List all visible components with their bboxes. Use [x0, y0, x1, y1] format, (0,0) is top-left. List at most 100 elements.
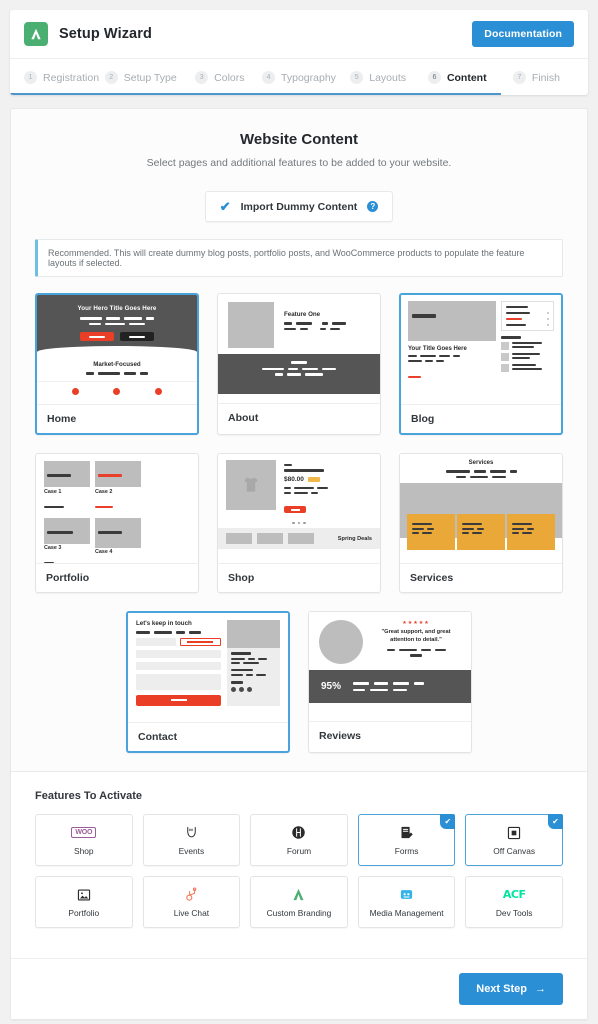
blog-title: Your Title Goes Here — [408, 346, 467, 352]
events-horns-icon — [184, 824, 199, 841]
page-title: Setup Wizard — [59, 26, 152, 42]
step-registration[interactable]: 1 Registration — [22, 71, 101, 84]
feature-label: Events — [178, 846, 205, 856]
question-mark-icon[interactable]: ? — [367, 201, 379, 212]
documentation-button[interactable]: Documentation — [472, 21, 574, 47]
page-card-label: Contact — [128, 722, 288, 751]
step-layouts[interactable]: 5 Layouts — [339, 71, 418, 84]
import-dummy-label: Import Dummy Content — [240, 200, 358, 213]
feature-card-events[interactable]: Events — [142, 814, 241, 866]
contact-sidebar — [227, 620, 280, 706]
hero-curve — [37, 346, 197, 358]
import-dummy-content-toggle[interactable]: ✔ Import Dummy Content ? — [204, 191, 394, 222]
hubspot-live-chat-icon — [184, 886, 199, 903]
step-finish[interactable]: 7 Finish — [497, 71, 576, 84]
avatar — [319, 620, 363, 664]
stat-value: 95% — [321, 681, 342, 692]
blog-lines-2 — [408, 360, 496, 362]
page-row-2: Case 1 Case 2 Case 3 Case 4 Portfolio $8… — [35, 453, 563, 593]
add-to-cart-button — [284, 506, 306, 514]
feature-card-shop[interactable]: WOO Shop — [35, 814, 133, 866]
page-thumbnail-home: Your Hero Title Goes Here Market-Focused — [37, 295, 197, 404]
page-card-services[interactable]: Services Services — [399, 453, 563, 593]
check-icon: ✔ — [440, 814, 456, 829]
page-card-label: Blog — [401, 404, 561, 433]
step-setup-type[interactable]: 2 Setup Type — [101, 71, 180, 84]
page-card-grid: Your Hero Title Goes Here Market-Focused… — [11, 277, 587, 753]
page-card-label: Home — [37, 404, 197, 433]
page-thumbnail-blog: Your Title Goes Here — [401, 295, 561, 404]
feature-card-media-management[interactable]: Media Management — [357, 876, 456, 928]
about-dark-band — [218, 354, 380, 394]
feature-card-forms[interactable]: ✔ Forms — [357, 814, 456, 866]
about-lines-2 — [284, 327, 370, 330]
feature-label: Live Chat — [173, 908, 210, 918]
hero-lines-2 — [37, 322, 197, 325]
feature-card-custom-branding[interactable]: Custom Branding — [250, 876, 348, 928]
next-step-button[interactable]: Next Step → — [459, 973, 563, 1005]
stats-band: 95% — [309, 670, 471, 703]
step-typography[interactable]: 4 Typography — [259, 71, 338, 84]
about-lines — [284, 322, 370, 325]
page-card-shop[interactable]: $80.00 Spring Deals Shop — [217, 453, 381, 593]
page-card-home[interactable]: Your Hero Title Goes Here Market-Focused… — [35, 293, 199, 435]
map-placeholder — [227, 620, 280, 648]
feature-card-off-canvas[interactable]: ✔ Off Canvas — [465, 814, 563, 866]
step-number: 3 — [195, 71, 209, 84]
social-dots — [231, 686, 276, 692]
product-price: $80.00 — [284, 475, 304, 483]
page-card-portfolio[interactable]: Case 1 Case 2 Case 3 Case 4 Portfolio — [35, 453, 199, 593]
feature-card-portfolio[interactable]: Portfolio — [35, 876, 133, 928]
step-label: Colors — [214, 71, 245, 84]
bbpress-forum-icon — [291, 824, 306, 841]
page-thumbnail-shop: $80.00 Spring Deals — [218, 454, 380, 563]
page-card-blog[interactable]: Your Title Goes Here Blog — [399, 293, 563, 435]
step-content[interactable]: 6 Content — [418, 71, 497, 84]
shop-banner: Spring Deals — [218, 528, 380, 549]
band-line — [218, 373, 380, 376]
page-card-label: Services — [400, 563, 562, 592]
page-card-reviews[interactable]: ★★★★★ "Great support, and great attentio… — [308, 611, 472, 753]
form-field — [136, 649, 221, 658]
step-number: 6 — [427, 71, 441, 84]
section-title: Website Content — [239, 131, 359, 148]
sidebar-widget-box — [501, 301, 554, 331]
step-number: 5 — [350, 71, 364, 84]
form-field — [136, 637, 176, 646]
page-card-about[interactable]: Feature One About — [217, 293, 381, 435]
hero-primary-button — [80, 332, 114, 341]
features-title: Features To Activate — [35, 790, 142, 802]
features-row-2: Portfolio Live Chat Custom Branding Medi… — [35, 876, 563, 928]
feature-label: Shop — [74, 846, 94, 856]
feature-label: Off Canvas — [493, 846, 536, 856]
page-card-label: Reviews — [309, 721, 471, 750]
review-top: ★★★★★ "Great support, and great attentio… — [309, 612, 471, 670]
form-field-focused — [179, 637, 221, 646]
services-header: Services — [400, 454, 562, 483]
blog-lines — [408, 355, 496, 357]
section-subtitle: Select pages and additional features to … — [146, 157, 452, 169]
feature-card-dev-tools[interactable]: ACF Dev Tools — [465, 876, 563, 928]
home-mid-lines — [37, 372, 197, 375]
sidebar-post-item — [501, 363, 554, 372]
hero-title: Your Hero Title Goes Here — [77, 305, 157, 312]
step-label: Layouts — [369, 71, 407, 84]
shop-banner-label: Spring Deals — [337, 535, 372, 542]
wizard-header: Setup Wizard Documentation 1 Registratio… — [10, 10, 588, 95]
features-row-1: WOO Shop Events Forum ✔ Forms ✔ Off Canv… — [35, 814, 563, 866]
feature-label: Forum — [286, 846, 312, 856]
page-card-contact[interactable]: Let's keep in touch Contact — [126, 611, 290, 753]
about-section-title: Feature One — [284, 311, 321, 318]
page-card-label: Shop — [218, 563, 380, 592]
page-thumbnail-about: Feature One — [218, 294, 380, 403]
shop-details: $80.00 — [284, 460, 372, 516]
page-thumbnail-portfolio: Case 1 Case 2 Case 3 Case 4 — [36, 454, 198, 563]
sidebar-post-item — [501, 352, 554, 361]
feature-card-forum[interactable]: Forum — [250, 814, 348, 866]
step-number: 4 — [262, 71, 276, 84]
acf-dev-tools-icon: ACF — [502, 888, 526, 901]
step-colors[interactable]: 3 Colors — [180, 71, 259, 84]
feature-card-live-chat[interactable]: Live Chat — [142, 876, 241, 928]
setup-wizard-page: Setup Wizard Documentation 1 Registratio… — [0, 0, 598, 1024]
blog-sidebar — [501, 301, 554, 383]
